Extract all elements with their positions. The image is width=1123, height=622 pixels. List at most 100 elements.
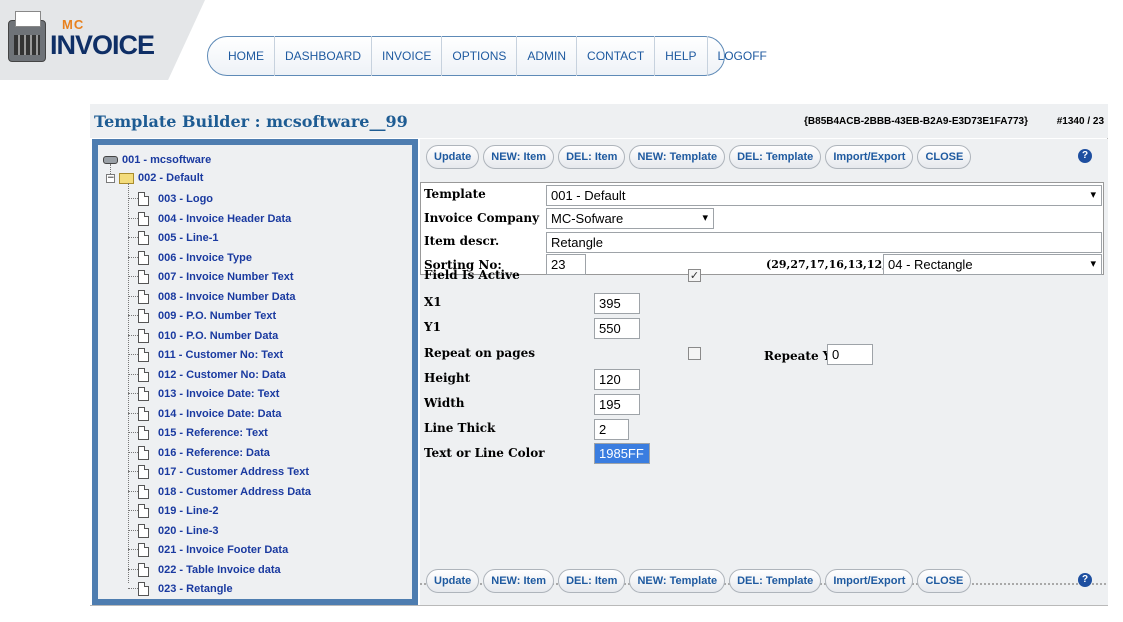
collapse-icon: − [106,172,115,183]
tree-connector [128,471,138,472]
tree-connector [128,588,138,589]
repeat-checkbox[interactable] [688,347,701,360]
close-button[interactable]: CLOSE [917,145,972,169]
tree-connector [128,490,138,492]
tree-item-label: 009 - P.O. Number Text [158,310,277,322]
close-button[interactable]: CLOSE [917,569,972,593]
tree-item[interactable]: 022 - Table Invoice data [138,562,281,577]
width-input[interactable]: 195 [594,394,640,415]
tree-item-label: 020 - Line-3 [158,524,219,537]
tree-item[interactable]: 011 - Customer No: Text [138,348,283,362]
new-item-button[interactable]: NEW: Item [483,145,555,169]
del-template-button[interactable]: DEL: Template [729,569,822,593]
tree-item[interactable]: 019 - Line-2 [138,504,219,518]
del-item-button[interactable]: DEL: Item [558,569,626,593]
tree-connector [128,393,138,394]
company-select[interactable]: MC-Sofware [546,208,714,229]
tree-connector [128,354,138,355]
tree-connector [128,315,138,316]
tree-folder[interactable]: − 002 - Default [106,172,203,184]
document-icon [138,250,149,265]
tree-item[interactable]: 005 - Line-1 [138,231,219,245]
tree-root[interactable]: 001 - mcsoftware [103,154,211,166]
tree-item[interactable]: 007 - Invoice Number Text [138,270,294,284]
template-select[interactable]: 001 - Default [546,185,1102,206]
tree-item[interactable]: 003 - Logo [138,192,213,206]
tree-item-label: 007 - Invoice Number Text [158,271,294,283]
tree-connector [128,217,138,219]
x1-input[interactable]: 395 [594,293,640,314]
repeat-y-input[interactable]: 0 [827,344,873,365]
document-icon [138,270,149,284]
active-checkbox[interactable]: ✓ [688,269,701,282]
new-item-button[interactable]: NEW: Item [483,569,555,593]
del-item-button[interactable]: DEL: Item [558,145,626,169]
line-thick-input[interactable]: 2 [594,419,629,440]
tree-item[interactable]: 014 - Invoice Date: Data [138,406,282,421]
update-button[interactable]: Update [426,145,480,169]
document-icon [138,387,149,401]
nav-invoice[interactable]: INVOICE [372,36,443,76]
tree-item[interactable]: 008 - Invoice Number Data [138,289,296,304]
document-icon [138,192,149,206]
descr-input[interactable]: Retangle [546,232,1102,253]
tree-item[interactable]: 013 - Invoice Date: Text [138,387,279,401]
nav-help[interactable]: HELP [655,36,708,76]
y1-input[interactable]: 550 [594,318,640,339]
tree-item-label: 008 - Invoice Number Data [158,290,296,303]
tree-item-label: 004 - Invoice Header Data [158,212,292,225]
tree-item[interactable]: 015 - Reference: Text [138,426,268,440]
sorting-input[interactable]: 23 [546,254,586,275]
nav-dashboard[interactable]: DASHBOARD [275,36,373,76]
item-header-form: Template 001 - Default Invoice Company M… [420,182,1104,275]
new-template-button[interactable]: NEW: Template [629,145,726,169]
tree-item[interactable]: 009 - P.O. Number Text [138,309,276,323]
tree-connector [128,451,138,453]
nav-admin[interactable]: ADMIN [517,36,578,76]
main-nav: HOME DASHBOARD INVOICE OPTIONS ADMIN CON… [207,36,767,76]
color-input[interactable]: 1985FF [594,443,650,464]
nav-options[interactable]: OPTIONS [442,36,518,76]
tree-item[interactable]: 023 - Retangle [138,582,233,596]
title-bar: Template Builder : mcsoftware__99 {B85B4… [90,104,1108,138]
tree-connector [128,334,138,336]
tree-connector [128,198,138,199]
nav-home[interactable]: HOME [218,36,275,76]
item-type-select[interactable]: 04 - Rectangle [883,254,1102,275]
tree-connector [128,237,138,238]
import-export-button[interactable]: Import/Export [825,569,914,593]
tree-item[interactable]: 016 - Reference: Data [138,445,270,460]
tree-connector [128,568,138,570]
new-template-button[interactable]: NEW: Template [629,569,726,593]
document-icon [138,211,149,226]
help-icon[interactable]: ? [1078,149,1092,163]
app-logo[interactable]: MC INVOICE [0,0,210,80]
tree-item[interactable]: 006 - Invoice Type [138,250,252,265]
tree-item[interactable]: 018 - Customer Address Data [138,484,311,499]
tree-item[interactable]: 010 - P.O. Number Data [138,328,278,343]
nav-logoff[interactable]: LOGOFF [708,36,777,76]
tree-item-label: 015 - Reference: Text [158,427,268,439]
help-icon[interactable]: ? [1078,573,1092,587]
nav-contact[interactable]: CONTACT [577,36,656,76]
tree-connector [128,529,138,531]
document-icon [138,504,149,518]
tree-item[interactable]: 004 - Invoice Header Data [138,211,292,226]
repeat-label: Repeat on pages [424,346,535,360]
template-tree: 001 - mcsoftware − 002 - Default 003 - L… [92,139,418,605]
update-button[interactable]: Update [426,569,480,593]
tree-item-label: 012 - Customer No: Data [158,368,286,381]
tree-item[interactable]: 021 - Invoice Footer Data [138,543,288,557]
height-input[interactable]: 120 [594,369,640,390]
import-export-button[interactable]: Import/Export [825,145,914,169]
width-label: Width [424,396,465,410]
tree-item-label: 003 - Logo [158,193,214,205]
tree-item-label: 013 - Invoice Date: Text [158,388,280,400]
tree-item[interactable]: 017 - Customer Address Text [138,465,309,479]
del-template-button[interactable]: DEL: Template [729,145,822,169]
tree-connector [128,295,138,297]
tree-item[interactable]: 012 - Customer No: Data [138,367,286,382]
tree-item[interactable]: 020 - Line-3 [138,523,219,538]
tree-item-label: 021 - Invoice Footer Data [158,544,289,556]
tree-connector [128,276,138,277]
